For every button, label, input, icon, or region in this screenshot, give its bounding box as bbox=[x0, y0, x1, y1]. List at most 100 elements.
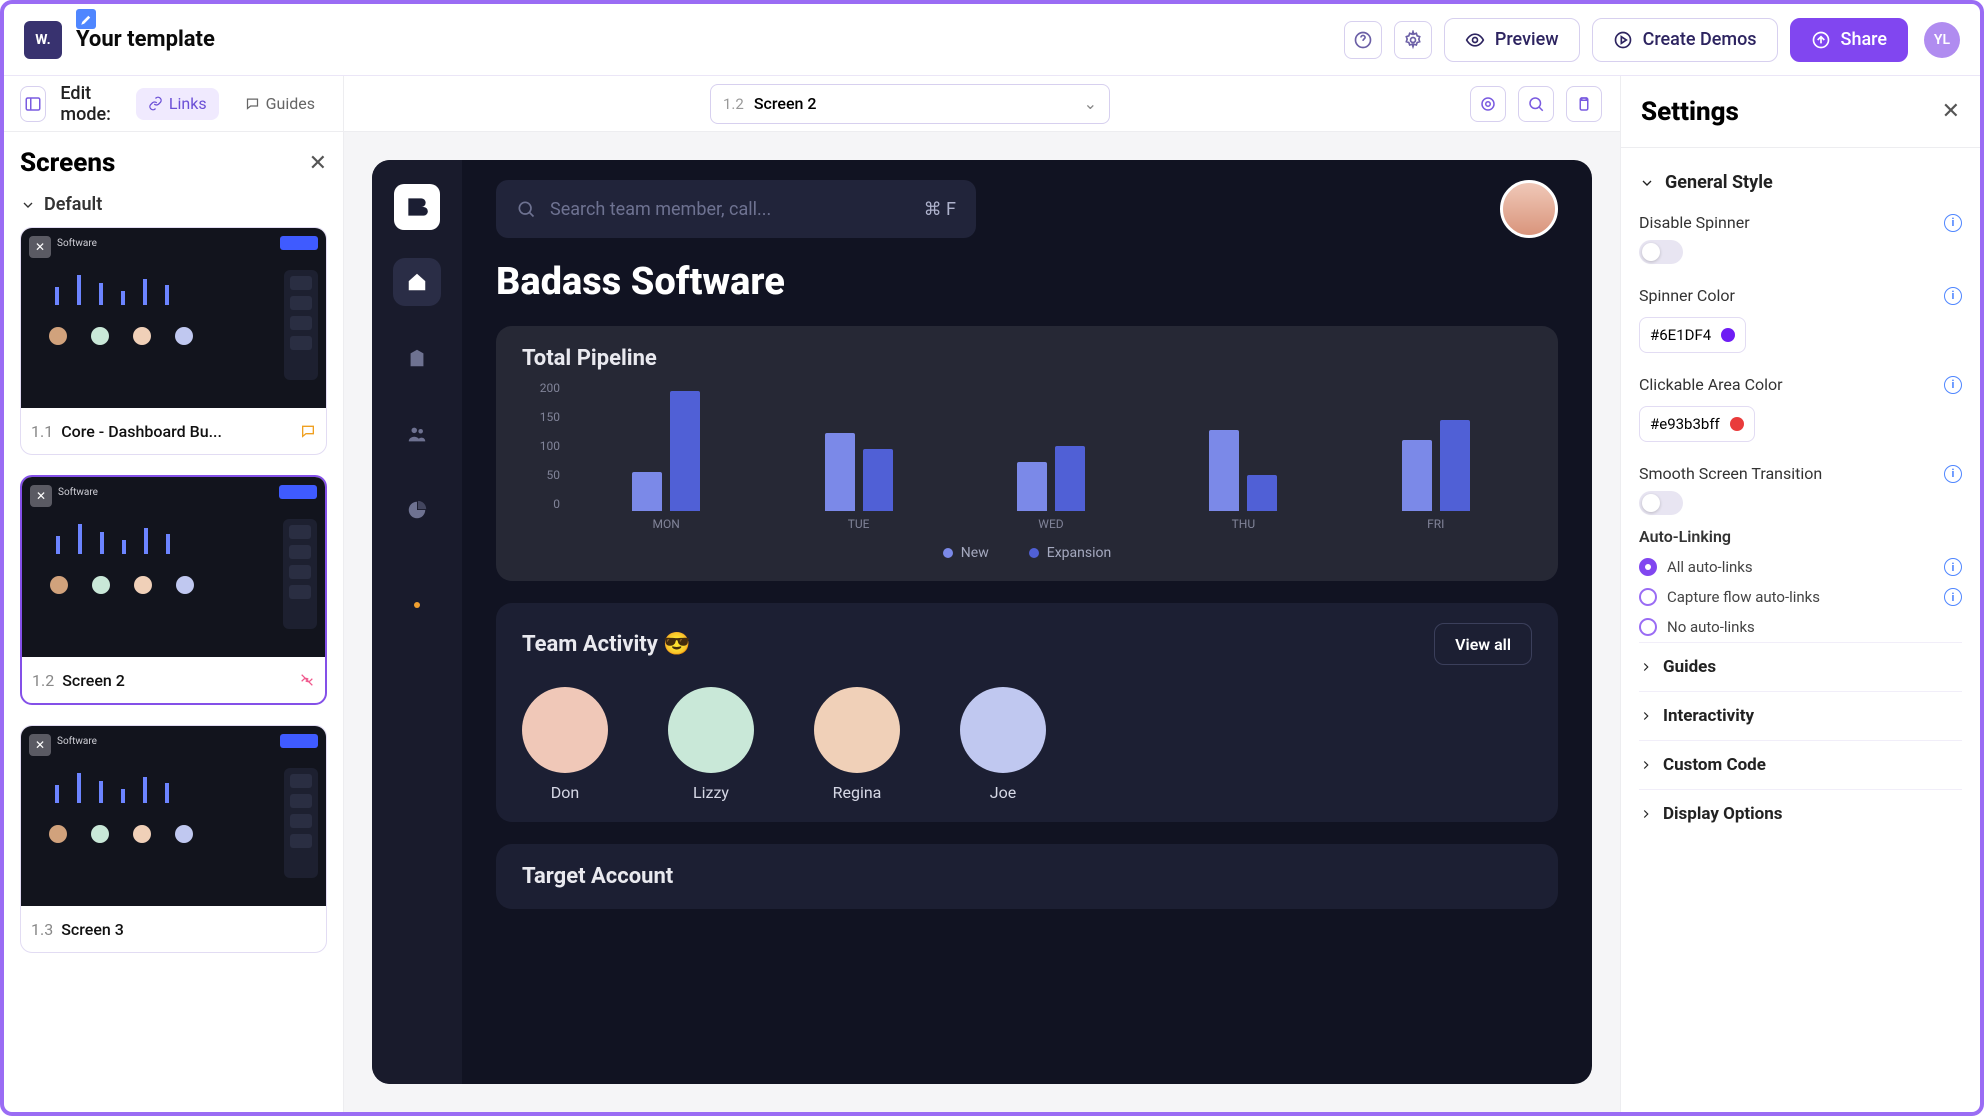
group-toggle[interactable]: Default bbox=[20, 194, 327, 215]
close-icon[interactable]: ✕ bbox=[1942, 99, 1960, 124]
target-icon[interactable] bbox=[1470, 86, 1506, 122]
settings-section[interactable]: Interactivity bbox=[1639, 691, 1962, 740]
app-header: W. Your template Preview Create Demos Sh… bbox=[4, 4, 1980, 76]
close-icon[interactable]: ✕ bbox=[30, 485, 52, 507]
info-icon[interactable]: i bbox=[1944, 376, 1962, 394]
clipboard-icon[interactable] bbox=[1566, 86, 1602, 122]
comment-icon bbox=[245, 96, 260, 111]
help-icon[interactable] bbox=[1344, 21, 1382, 59]
search-icon[interactable] bbox=[1518, 86, 1554, 122]
settings-panel: Settings ✕ General Style Disable Spinner… bbox=[1620, 76, 1980, 1112]
settings-section[interactable]: Custom Code bbox=[1639, 740, 1962, 789]
clickable-color-chip[interactable]: #e93b3bff bbox=[1639, 406, 1755, 442]
screens-sidebar: Edit mode: Links Guides Screens ✕ Defaul… bbox=[4, 76, 344, 1112]
edit-mode-bar: Edit mode: Links Guides bbox=[4, 76, 343, 132]
radio-option[interactable]: Capture flow auto-linksi bbox=[1639, 582, 1962, 612]
tag-icon bbox=[300, 423, 316, 439]
notification-dot-icon bbox=[414, 602, 420, 608]
eye-icon bbox=[1465, 30, 1485, 50]
clickable-color-label: Clickable Area Color bbox=[1639, 375, 1783, 394]
pipeline-card: Total Pipeline 200150100500 MONTUEWEDTHU… bbox=[496, 326, 1558, 581]
chevron-right-icon bbox=[1639, 660, 1653, 674]
page-heading: Badass Software bbox=[496, 260, 1558, 304]
info-icon[interactable]: i bbox=[1944, 588, 1962, 606]
radio-icon bbox=[1639, 618, 1657, 636]
close-icon[interactable]: ✕ bbox=[29, 734, 51, 756]
screen-card[interactable]: ✕Software1.3Screen 3 bbox=[20, 725, 327, 953]
template-title[interactable]: Your template bbox=[76, 27, 215, 52]
target-card: Target Account bbox=[496, 844, 1558, 909]
links-chip[interactable]: Links bbox=[136, 88, 219, 120]
screen-selector[interactable]: 1.2 Screen 2 ⌄ bbox=[710, 84, 1110, 124]
chevron-down-icon: ⌄ bbox=[1084, 94, 1097, 113]
search-shortcut: ⌘ F bbox=[924, 199, 956, 220]
create-demos-button[interactable]: Create Demos bbox=[1592, 18, 1778, 62]
screen-card[interactable]: ✕Software1.1Core - Dashboard Bu... bbox=[20, 227, 327, 455]
preview-button[interactable]: Preview bbox=[1444, 18, 1580, 62]
broken-link-icon bbox=[299, 672, 315, 688]
radio-option[interactable]: All auto-linksi bbox=[1639, 552, 1962, 582]
pipeline-title: Total Pipeline bbox=[522, 346, 1532, 371]
nav-people-icon[interactable] bbox=[393, 410, 441, 458]
screen-name: Screen 2 bbox=[62, 671, 291, 690]
settings-gear-icon[interactable] bbox=[1394, 21, 1432, 59]
team-member[interactable]: Don bbox=[522, 687, 608, 802]
info-icon[interactable]: i bbox=[1944, 465, 1962, 483]
demo-canvas: Search team member, call... ⌘ F Badass S… bbox=[372, 160, 1592, 1084]
settings-section[interactable]: Guides bbox=[1639, 642, 1962, 691]
info-icon[interactable]: i bbox=[1944, 287, 1962, 305]
color-swatch bbox=[1730, 417, 1744, 431]
share-up-icon bbox=[1811, 30, 1831, 50]
color-swatch bbox=[1721, 328, 1735, 342]
share-button[interactable]: Share bbox=[1790, 18, 1908, 62]
pipeline-chart: 200150100500 MONTUEWEDTHUFRI NewExpansio… bbox=[522, 381, 1532, 561]
canvas-toolbar: 1.2 Screen 2 ⌄ bbox=[344, 76, 1620, 132]
spinner-color-label: Spinner Color bbox=[1639, 286, 1735, 305]
chevron-down-icon bbox=[20, 197, 36, 213]
radio-option[interactable]: No auto-links bbox=[1639, 612, 1962, 642]
user-avatar[interactable]: YL bbox=[1924, 22, 1960, 58]
nav-home-icon[interactable] bbox=[393, 258, 441, 306]
search-input[interactable]: Search team member, call... ⌘ F bbox=[496, 180, 976, 238]
edit-title-icon[interactable] bbox=[76, 9, 96, 29]
view-all-button[interactable]: View all bbox=[1434, 623, 1532, 665]
screen-card[interactable]: ✕Software1.2Screen 2 bbox=[20, 475, 327, 705]
smooth-transition-toggle[interactable] bbox=[1639, 491, 1683, 515]
toggle-sidebar-icon[interactable] bbox=[20, 86, 46, 122]
target-title: Target Account bbox=[522, 864, 1532, 889]
edit-mode-label: Edit mode: bbox=[60, 83, 121, 125]
app-logo: W. bbox=[24, 21, 62, 59]
play-circle-icon bbox=[1613, 30, 1633, 50]
user-avatar[interactable] bbox=[1500, 180, 1558, 238]
screens-title: Screens bbox=[20, 148, 115, 178]
team-card: Team Activity 😎 View all Don Lizzy Regina J… bbox=[496, 603, 1558, 822]
team-member[interactable]: Lizzy bbox=[668, 687, 754, 802]
close-icon[interactable]: ✕ bbox=[29, 236, 51, 258]
chevron-right-icon bbox=[1639, 758, 1653, 772]
section-general-style[interactable]: General Style bbox=[1639, 160, 1962, 205]
share-label: Share bbox=[1841, 29, 1887, 50]
canvas-column: 1.2 Screen 2 ⌄ bbox=[344, 76, 1620, 1112]
team-member[interactable]: Joe bbox=[960, 687, 1046, 802]
settings-section[interactable]: Display Options bbox=[1639, 789, 1962, 838]
disable-spinner-toggle[interactable] bbox=[1639, 240, 1683, 264]
autolink-label: Auto-Linking bbox=[1639, 527, 1962, 546]
screen-name: Core - Dashboard Bu... bbox=[61, 422, 292, 441]
guides-chip[interactable]: Guides bbox=[233, 88, 327, 120]
screen-name: Screen 3 bbox=[61, 920, 316, 939]
spinner-color-chip[interactable]: #6E1DF4 bbox=[1639, 317, 1746, 353]
nav-chart-icon[interactable] bbox=[393, 486, 441, 534]
close-icon[interactable]: ✕ bbox=[309, 151, 327, 176]
nav-building-icon[interactable] bbox=[393, 334, 441, 382]
chevron-right-icon bbox=[1639, 807, 1653, 821]
team-title: Team Activity 😎 bbox=[522, 632, 691, 657]
radio-icon bbox=[1639, 558, 1657, 576]
create-demos-label: Create Demos bbox=[1643, 29, 1757, 50]
chevron-down-icon bbox=[1639, 175, 1655, 191]
team-member[interactable]: Regina bbox=[814, 687, 900, 802]
disable-spinner-label: Disable Spinner bbox=[1639, 213, 1750, 232]
settings-title: Settings bbox=[1641, 97, 1739, 127]
info-icon[interactable]: i bbox=[1944, 214, 1962, 232]
chevron-right-icon bbox=[1639, 709, 1653, 723]
info-icon[interactable]: i bbox=[1944, 558, 1962, 576]
